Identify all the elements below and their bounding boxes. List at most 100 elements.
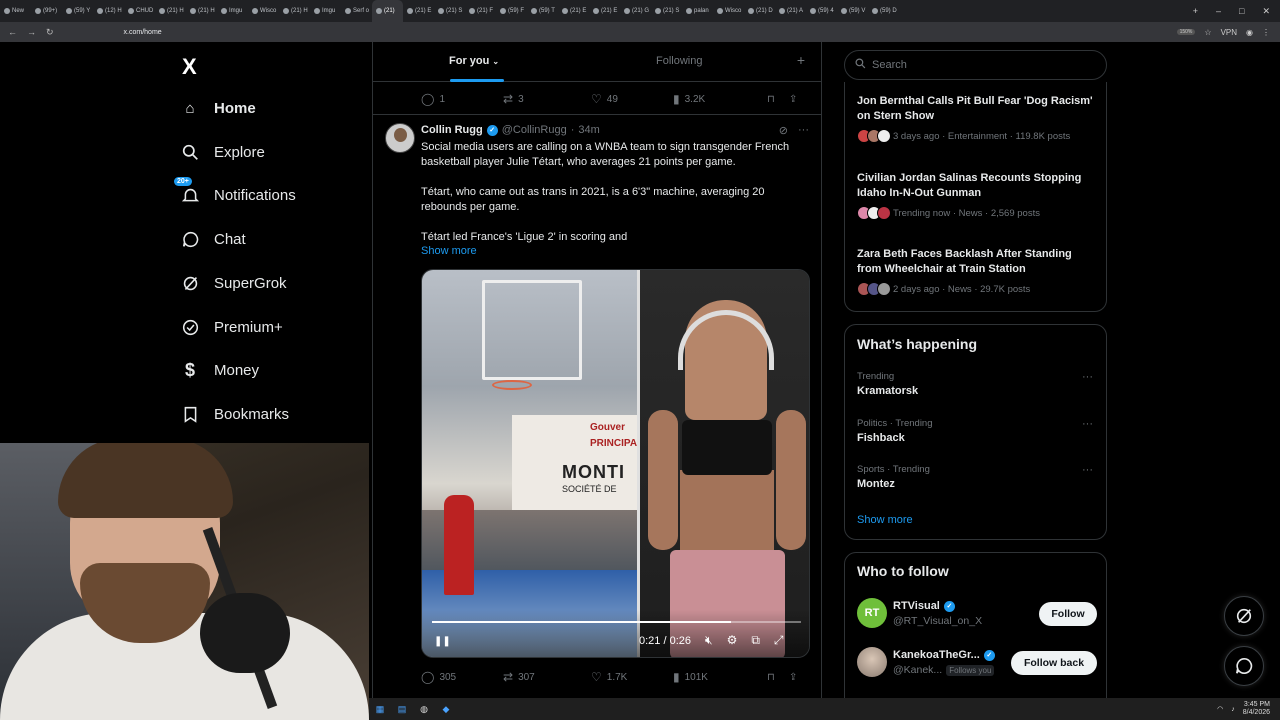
browser-tab[interactable]: Imgu <box>310 0 341 22</box>
more-icon[interactable]: ··· <box>1082 418 1093 430</box>
pause-icon[interactable]: ❚❚ <box>434 636 451 647</box>
browser-tab[interactable]: (59) D <box>868 0 899 22</box>
avatar[interactable] <box>857 647 887 677</box>
nav-chat[interactable]: Chat <box>180 229 246 249</box>
browser-tab[interactable]: (21) E <box>403 0 434 22</box>
avatar[interactable]: RT <box>857 598 887 628</box>
more-icon[interactable]: ··· <box>1082 371 1093 383</box>
browser-tab[interactable]: (59) 4 <box>806 0 837 22</box>
explorer-icon[interactable]: ▤ <box>391 704 413 715</box>
author-name[interactable]: Collin Rugg <box>421 124 483 136</box>
browser-tab[interactable]: (21) E <box>558 0 589 22</box>
browser-tab[interactable]: CHUD <box>124 0 155 22</box>
follow-button[interactable]: Follow <box>1039 602 1097 626</box>
nav-premium[interactable]: Premium+ <box>180 317 283 337</box>
windows-icon[interactable]: ▦ <box>369 704 391 715</box>
new-tab-icon[interactable]: + <box>1193 6 1198 16</box>
more-icon[interactable]: ··· <box>798 124 809 137</box>
show-more-link[interactable]: Show more <box>421 245 477 257</box>
views-button[interactable]: ▮ 3.2K <box>673 92 767 106</box>
nav-money[interactable]: $ Money <box>180 360 259 380</box>
volume-icon[interactable]: ♪ <box>1231 706 1235 713</box>
settings-icon[interactable]: ⚙ <box>727 633 738 648</box>
browser-tab[interactable]: (21) H <box>186 0 217 22</box>
clock[interactable]: 3:45 PM 8/4/2026 <box>1243 701 1270 717</box>
wifi-icon[interactable]: ◠ <box>1217 705 1223 713</box>
tweet-time[interactable]: 34m <box>578 124 599 136</box>
fullscreen-icon[interactable]: ⤢ <box>774 633 784 648</box>
trend-item[interactable]: Politics · Trending Fishback ··· <box>857 418 1097 444</box>
browser-tab[interactable]: (59) Y <box>62 0 93 22</box>
browser-tab[interactable]: (21) A <box>775 0 806 22</box>
browser-tab[interactable]: (21) S <box>651 0 682 22</box>
reload-icon[interactable]: ↻ <box>46 27 54 38</box>
app-icon[interactable]: ◆ <box>435 704 457 715</box>
bookmark-tweet-icon[interactable]: ⊓ <box>767 94 789 105</box>
like-button[interactable]: ♡ 49 <box>591 92 673 106</box>
zoom-indicator[interactable]: 150% <box>1176 29 1196 35</box>
follow-suggestion[interactable]: KanekoaTheGr... ✓ @Kanek... Follows you Fo… <box>857 647 1097 679</box>
maximize-icon[interactable]: □ <box>1239 6 1244 16</box>
news-item[interactable]: Zara Beth Faces Backlash After Standing … <box>857 247 1097 296</box>
browser-tab[interactable]: Imgu <box>217 0 248 22</box>
browser-tab[interactable]: New <box>0 0 31 22</box>
grok-float-button[interactable] <box>1224 596 1264 636</box>
news-item[interactable]: Civilian Jordan Salinas Recounts Stoppin… <box>857 171 1097 220</box>
news-item[interactable]: Jon Bernthal Calls Pit Bull Fear 'Dog Ra… <box>857 94 1097 143</box>
share-icon[interactable]: ⇪ <box>789 672 797 683</box>
browser-tab[interactable]: Serf o <box>341 0 372 22</box>
avatar[interactable] <box>385 123 415 153</box>
pip-icon[interactable]: ⧉ <box>751 633 760 648</box>
browser-tab[interactable]: palan <box>682 0 713 22</box>
follow-suggestion[interactable]: RT RTVisual ✓ @RT_Visual_on_X Follow <box>857 598 1097 630</box>
bookmark-tweet-icon[interactable]: ⊓ <box>767 672 789 683</box>
browser-tab[interactable]: (21) H <box>155 0 186 22</box>
back-icon[interactable]: ← <box>8 27 17 38</box>
url-field[interactable]: x.com/home <box>124 29 162 36</box>
repost-button[interactable]: ⇄ 307 <box>503 670 591 684</box>
browser-tab[interactable]: (59) V <box>837 0 868 22</box>
browser-tab[interactable]: (21) S <box>434 0 465 22</box>
tab-following[interactable]: Following <box>656 55 702 67</box>
grok-icon[interactable]: ⊘ <box>779 124 788 137</box>
browser-tab[interactable]: Wisco <box>713 0 744 22</box>
steam-icon[interactable]: ◍ <box>413 704 435 715</box>
video-progress-bar[interactable] <box>432 621 801 623</box>
close-window-icon[interactable]: ✕ <box>1262 6 1270 17</box>
star-icon[interactable]: ☆ <box>1204 28 1211 37</box>
trend-item[interactable]: Trending Kramatorsk ··· <box>857 371 1097 397</box>
views-button[interactable]: ▮ 101K <box>673 670 767 684</box>
trend-item[interactable]: Sports · Trending Montez ··· <box>857 464 1097 490</box>
like-button[interactable]: ♡ 1.7K <box>591 670 673 684</box>
show-more-link[interactable]: Show more <box>857 514 913 526</box>
menu-icon[interactable]: ⋮ <box>1262 28 1270 37</box>
vpn-button[interactable]: VPN <box>1221 28 1237 37</box>
reply-button[interactable]: ◯ 1 <box>421 92 503 106</box>
browser-tab[interactable]: (21) G <box>620 0 651 22</box>
tab-for-you[interactable]: For you ⌄ <box>449 55 499 67</box>
nav-notifications[interactable]: 20+ Notifications <box>174 177 296 205</box>
tweet-video[interactable]: Gouver PRINCIPAU MONTI SOCIÉTÉ DE ❚❚ 0:2… <box>421 269 810 658</box>
browser-tab[interactable]: (59) T <box>527 0 558 22</box>
mute-icon[interactable]: 🔇︎ <box>705 633 713 648</box>
browser-tab[interactable]: (21) E <box>589 0 620 22</box>
share-icon[interactable]: ⇪ <box>789 94 797 105</box>
nav-home[interactable]: ⌂ Home <box>180 98 255 118</box>
add-tab-icon[interactable]: + <box>797 52 805 68</box>
nav-explore[interactable]: Explore <box>180 142 265 162</box>
browser-tab[interactable]: (21) F <box>465 0 496 22</box>
x-logo[interactable]: X <box>182 54 197 80</box>
reply-button[interactable]: ◯ 305 <box>421 670 503 684</box>
browser-tab[interactable]: (21) <box>372 0 403 22</box>
nav-bookmarks[interactable]: Bookmarks <box>180 404 289 424</box>
nav-supergrok[interactable]: SuperGrok <box>180 273 287 293</box>
forward-icon[interactable]: → <box>27 27 36 38</box>
minimize-icon[interactable]: – <box>1216 6 1221 16</box>
browser-tab[interactable]: (59) F <box>496 0 527 22</box>
browser-tab[interactable]: (21) H <box>279 0 310 22</box>
browser-tab[interactable]: (21) D <box>744 0 775 22</box>
follow-back-button[interactable]: Follow back <box>1011 651 1097 675</box>
profile-icon[interactable]: ◉ <box>1246 28 1253 37</box>
author-handle[interactable]: @CollinRugg <box>502 124 567 136</box>
browser-tab[interactable]: (99+) <box>31 0 62 22</box>
